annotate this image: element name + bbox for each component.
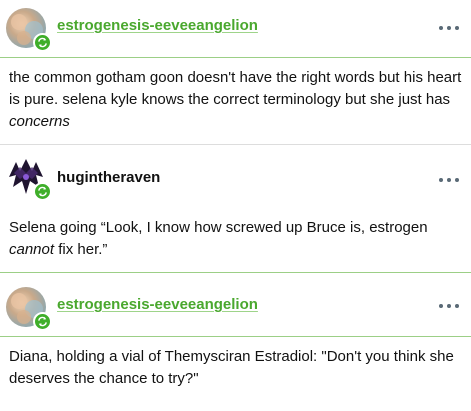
post-text: Selena going “Look, I know how screwed u…	[9, 219, 428, 258]
reblog-icon	[38, 186, 47, 197]
username-link[interactable]: estrogenesis-eeveeangelion	[57, 296, 258, 313]
post-3: estrogenesis-eeveeangelion Diana, holdin…	[0, 273, 471, 387]
post-header: estrogenesis-eeveeangelion	[0, 273, 471, 331]
username-link[interactable]: estrogenesis-eeveeangelion	[57, 17, 258, 34]
post-text: Diana, holding a vial of Themysciran Est…	[9, 348, 454, 387]
more-options-icon[interactable]	[439, 302, 459, 310]
reblog-badge	[33, 33, 52, 52]
reblog-icon	[38, 37, 47, 48]
avatar[interactable]	[6, 157, 52, 201]
avatar[interactable]	[6, 287, 52, 331]
more-options-icon[interactable]	[439, 176, 459, 184]
post-2: hugintheraven Selena going “Look, I know…	[0, 145, 471, 258]
reblog-icon	[38, 316, 47, 327]
reblog-badge	[33, 312, 52, 331]
reblog-thread: estrogenesis-eeveeangelion the common go…	[0, 0, 471, 411]
post-header: estrogenesis-eeveeangelion	[0, 0, 471, 58]
more-options-icon[interactable]	[439, 24, 459, 32]
avatar[interactable]	[6, 8, 52, 52]
divider	[0, 336, 471, 337]
post-text: the common gotham goon doesn't have the …	[9, 69, 462, 130]
reblog-badge	[33, 182, 52, 201]
post-header: hugintheraven	[0, 145, 471, 203]
divider	[0, 57, 471, 58]
post-1: estrogenesis-eeveeangelion the common go…	[0, 0, 471, 130]
username-link[interactable]: hugintheraven	[57, 169, 160, 186]
